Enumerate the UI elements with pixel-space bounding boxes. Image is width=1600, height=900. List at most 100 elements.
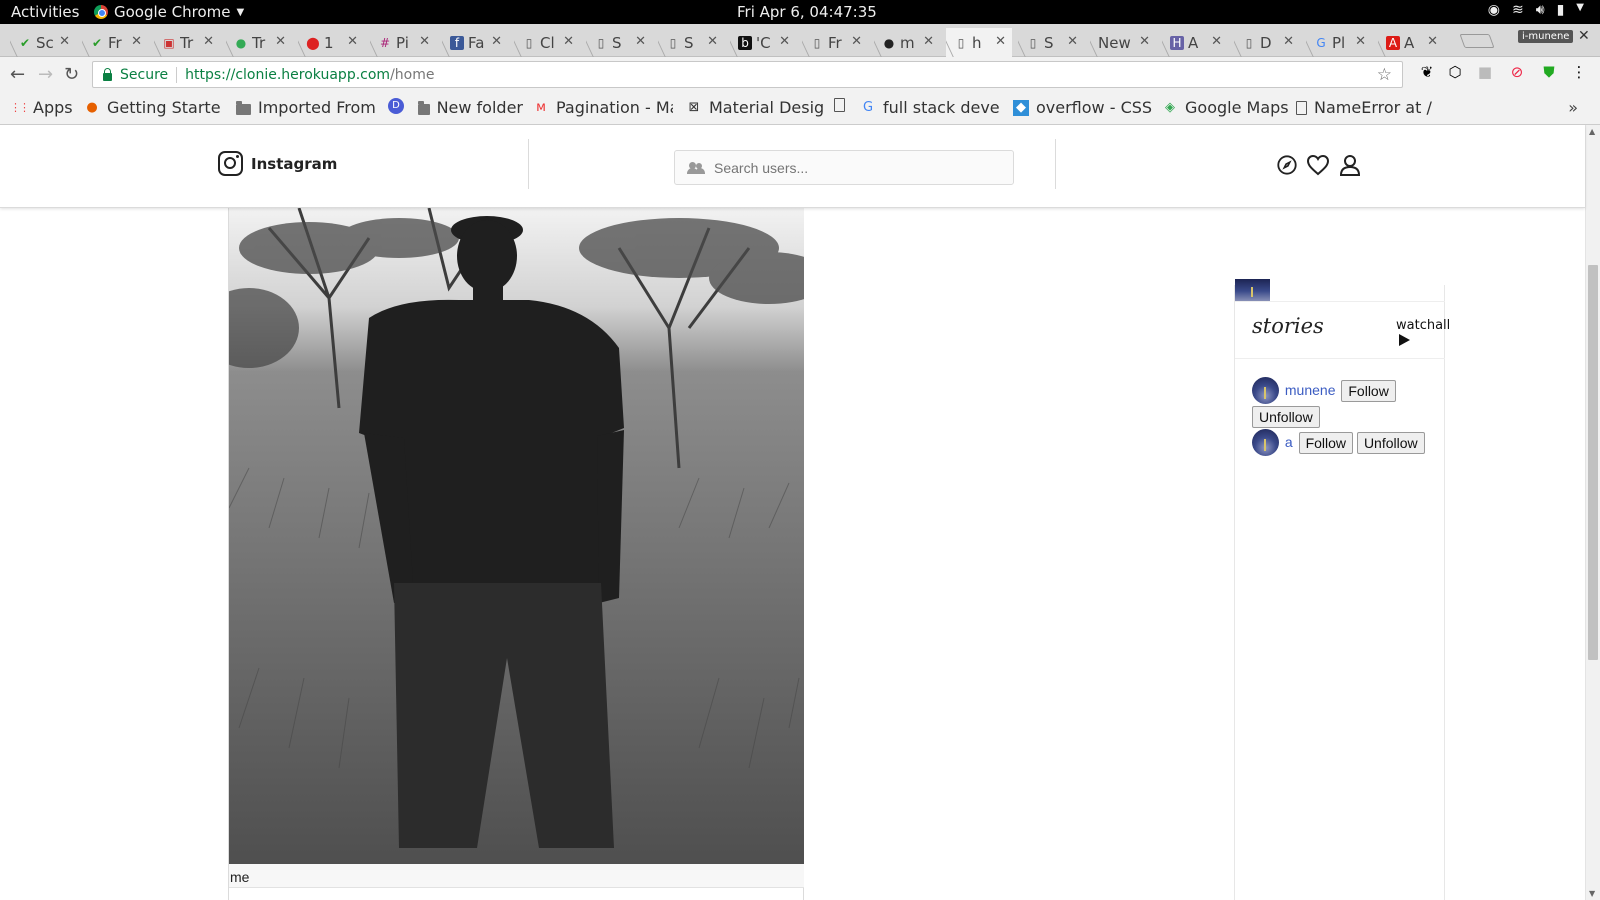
back-arrow-icon[interactable]: ← (10, 64, 25, 85)
browser-tab[interactable]: A A ✕ (1378, 28, 1444, 57)
system-tray[interactable]: ◉ ≋ 🔊︎ ▮ ▼ (1488, 2, 1584, 18)
window-close-icon[interactable]: ✕ (1578, 28, 1590, 44)
tab-close-icon[interactable]: ✕ (635, 34, 646, 49)
tab-close-icon[interactable]: ✕ (203, 34, 214, 49)
wifi-icon[interactable]: ≋ (1512, 2, 1524, 18)
tab-close-icon[interactable]: ✕ (995, 34, 1006, 49)
scroll-down-icon[interactable]: ▼ (1589, 889, 1595, 898)
tab-close-icon[interactable]: ✕ (1427, 34, 1438, 49)
heart-icon[interactable] (1306, 154, 1330, 176)
user-name-link[interactable]: munene (1285, 382, 1336, 398)
user-name-link[interactable]: a (1285, 434, 1293, 450)
user-avatar[interactable] (1252, 377, 1279, 404)
browser-tab[interactable]: ▯ h ✕ (946, 28, 1012, 57)
tab-close-icon[interactable]: ✕ (1139, 34, 1150, 49)
browser-tab[interactable]: ✔ Fr ✕ (82, 28, 148, 57)
chevron-down-icon[interactable]: ▼ (1576, 2, 1584, 18)
bookmarks-overflow-icon[interactable]: » (1568, 98, 1578, 117)
browser-tab[interactable]: f Fa ✕ (442, 28, 508, 57)
tab-close-icon[interactable]: ✕ (131, 34, 142, 49)
app-menu[interactable]: Google Chrome ▼ (94, 3, 244, 21)
bookmark-item[interactable]: ● Getting Starte (84, 98, 224, 117)
tab-close-icon[interactable]: ✕ (1283, 34, 1294, 49)
search-input[interactable] (714, 159, 994, 176)
bookmark-item[interactable]: New folder (418, 98, 523, 117)
brand-link[interactable]: Instagram (218, 151, 337, 176)
bookmark-item[interactable]: ◆ overflow - CSS (1013, 98, 1153, 117)
volume-icon[interactable]: 🔊︎ (1536, 2, 1545, 18)
browser-tab[interactable]: # Pi ✕ (370, 28, 436, 57)
tab-close-icon[interactable]: ✕ (491, 34, 502, 49)
story-thumbnail[interactable] (1235, 279, 1270, 301)
unfollow-button[interactable]: Unfollow (1356, 431, 1425, 454)
browser-tab[interactable]: b 'C ✕ (730, 28, 796, 57)
address-bar[interactable]: Secure https://clonie.herokuapp.com/home… (92, 61, 1403, 88)
follow-button[interactable]: Follow (1341, 379, 1396, 402)
browser-tab[interactable]: ● m ✕ (874, 28, 940, 57)
follow-button[interactable]: Follow (1298, 431, 1354, 454)
tab-close-icon[interactable]: ✕ (1067, 34, 1078, 49)
bookmark-star-icon[interactable]: ☆ (1377, 65, 1392, 85)
extension-cube-icon[interactable]: ⬡ (1446, 63, 1464, 81)
post-photo[interactable] (229, 208, 804, 864)
browser-tab[interactable]: ▯ S ✕ (1018, 28, 1084, 57)
tab-close-icon[interactable]: ✕ (59, 34, 70, 49)
bookmark-item[interactable]: ⊠ Material Desig (686, 98, 824, 117)
bookmark-item[interactable] (834, 98, 854, 112)
page-scrollbar[interactable]: ▲ ▼ (1585, 125, 1600, 900)
extension-square-icon[interactable]: ■ (1476, 63, 1494, 81)
scroll-up-icon[interactable]: ▲ (1589, 127, 1595, 136)
battery-icon[interactable]: ▮ (1557, 2, 1565, 18)
browser-tab[interactable]: ▣ Tr ✕ (154, 28, 220, 57)
new-tab-button[interactable] (1459, 34, 1495, 48)
bookmark-item[interactable]: NameError at / (1296, 98, 1446, 117)
extension-shield-icon[interactable]: ⛊ (1540, 63, 1558, 81)
browser-tab[interactable]: ▯ Cl ✕ (514, 28, 580, 57)
extension-paw-icon[interactable]: ❦ (1418, 63, 1436, 81)
bookmark-item[interactable]: ⋮⋮ Apps (10, 98, 80, 117)
forward-arrow-icon[interactable]: → (38, 64, 53, 85)
compass-icon[interactable] (1276, 154, 1298, 176)
tab-close-icon[interactable]: ✕ (275, 34, 286, 49)
bookmark-item[interactable]: ᴍ Pagination - Ma (533, 98, 673, 117)
tab-close-icon[interactable]: ✕ (419, 34, 430, 49)
bookmark-item[interactable]: Imported From (236, 98, 378, 117)
tab-close-icon[interactable]: ✕ (1355, 34, 1366, 49)
bookmark-item[interactable]: Gfull stack deve (860, 98, 1000, 117)
tab-close-icon[interactable]: ✕ (707, 34, 718, 49)
tab-close-icon[interactable]: ✕ (779, 34, 790, 49)
tab-close-icon[interactable]: ✕ (851, 34, 862, 49)
record-icon[interactable]: ◉ (1488, 2, 1500, 18)
tab-close-icon[interactable]: ✕ (347, 34, 358, 49)
bookmark-item[interactable]: ◈ Google Maps (1162, 98, 1290, 117)
activities-button[interactable]: Activities (11, 3, 79, 21)
extension-block-icon[interactable]: ⊘ (1508, 63, 1526, 81)
browser-tab[interactable]: New ✕ (1090, 28, 1156, 57)
browser-tab[interactable]: ▯ Fr ✕ (802, 28, 868, 57)
bookmark-item[interactable]: D (388, 98, 408, 114)
browser-tab[interactable]: ▯ S ✕ (586, 28, 652, 57)
lock-icon (103, 67, 112, 81)
browser-tab[interactable]: ✔ Sc ✕ (10, 28, 76, 57)
tab-close-icon[interactable]: ✕ (563, 34, 574, 49)
github-icon: ● (883, 35, 895, 50)
browser-tab[interactable]: ● Tr ✕ (226, 28, 292, 57)
browser-tab[interactable]: ▯ D ✕ (1234, 28, 1300, 57)
browser-tab[interactable]: ⬤ 1 ✕ (298, 28, 364, 57)
scrollbar-thumb[interactable] (1588, 265, 1598, 660)
profile-badge[interactable]: i-munene (1518, 30, 1574, 43)
reload-icon[interactable]: ↻ (64, 64, 79, 85)
browser-tab[interactable]: ▯ S ✕ (658, 28, 724, 57)
unfollow-button[interactable]: Unfollow (1252, 406, 1320, 429)
profile-icon[interactable] (1338, 153, 1362, 177)
user-avatar[interactable] (1252, 429, 1279, 456)
watchall-link[interactable]: watchall (1396, 318, 1450, 333)
play-icon[interactable] (1399, 334, 1410, 346)
clock[interactable]: Fri Apr 6, 04:47:35 (737, 3, 877, 21)
search-box[interactable] (674, 150, 1014, 185)
browser-tab[interactable]: G Pl ✕ (1306, 28, 1372, 57)
tab-close-icon[interactable]: ✕ (923, 34, 934, 49)
browser-tab[interactable]: H A ✕ (1162, 28, 1228, 57)
menu-dots-icon[interactable]: ⋮ (1570, 63, 1588, 81)
tab-close-icon[interactable]: ✕ (1211, 34, 1222, 49)
